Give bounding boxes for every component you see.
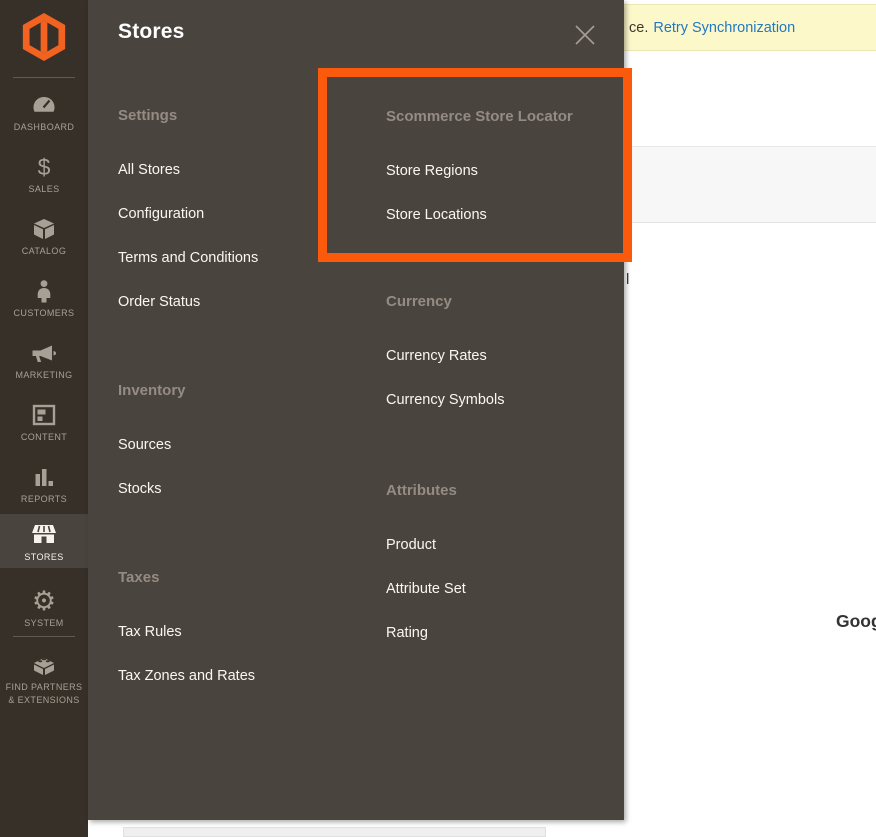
sidebar-item-label: CUSTOMERS: [0, 307, 88, 320]
menu-item-currency-rates[interactable]: Currency Rates: [386, 346, 636, 366]
section-title: Scommerce Store Locator: [386, 107, 636, 127]
flyout-section-currency: Currency Currency Rates Currency Symbols: [386, 292, 636, 434]
sidebar-item-label: DASHBOARD: [0, 121, 88, 134]
sidebar-item-label: STORES: [0, 551, 88, 564]
menu-item-all-stores[interactable]: All Stores: [118, 160, 368, 180]
sidebar-item-label: FIND PARTNERS & EXTENSIONS: [0, 681, 88, 706]
sidebar-item-stores[interactable]: STORES: [0, 514, 88, 568]
sidebar-item-label: REPORTS: [0, 493, 88, 506]
sidebar-item-customers[interactable]: CUSTOMERS: [0, 274, 88, 320]
menu-item-sources[interactable]: Sources: [118, 435, 368, 455]
sidebar-item-system[interactable]: ⚙ SYSTEM: [0, 584, 88, 630]
person-icon: [0, 278, 88, 304]
dollar-icon: $: [0, 154, 88, 180]
flyout-section-scommerce-store-locator: Scommerce Store Locator Store Regions St…: [386, 107, 636, 249]
box-icon: [0, 216, 88, 242]
storefront-icon: [0, 522, 88, 548]
sidebar-item-label: SYSTEM: [0, 617, 88, 630]
admin-sidebar: DASHBOARD $ SALES CATALOG CUSTOMERS: [0, 0, 88, 837]
google-watermark-fragment: Googl: [836, 611, 876, 632]
menu-item-store-regions[interactable]: Store Regions: [386, 161, 636, 181]
sidebar-item-marketing[interactable]: MARKETING: [0, 336, 88, 382]
menu-item-currency-symbols[interactable]: Currency Symbols: [386, 390, 636, 410]
close-icon: [572, 22, 598, 48]
sidebar-item-label: CONTENT: [0, 431, 88, 444]
retry-synchronization-link[interactable]: Retry Synchronization: [653, 20, 795, 36]
sidebar-item-reports[interactable]: REPORTS: [0, 460, 88, 506]
gear-icon: ⚙: [0, 588, 88, 614]
menu-item-configuration[interactable]: Configuration: [118, 204, 368, 224]
flyout-title: Stores: [118, 20, 185, 44]
notification-text-fragment: ce.: [629, 20, 648, 36]
brick-icon: [0, 652, 88, 678]
section-title: Currency: [386, 292, 636, 312]
gauge-icon: [0, 92, 88, 118]
section-title: Attributes: [386, 481, 636, 501]
layout-icon: [0, 402, 88, 428]
section-title: Settings: [118, 106, 368, 126]
menu-item-tax-zones-and-rates[interactable]: Tax Zones and Rates: [118, 666, 368, 686]
menu-item-attribute-set[interactable]: Attribute Set: [386, 579, 636, 599]
sidebar-item-sales[interactable]: $ SALES: [0, 150, 88, 196]
stores-flyout-menu: Stores Settings All Stores Configuration…: [88, 0, 624, 820]
flyout-section-inventory: Inventory Sources Stocks: [118, 381, 368, 523]
menu-item-order-status[interactable]: Order Status: [118, 292, 368, 312]
section-title: Inventory: [118, 381, 368, 401]
sidebar-item-find-partners-extensions[interactable]: FIND PARTNERS & EXTENSIONS: [0, 648, 88, 706]
menu-item-terms-and-conditions[interactable]: Terms and Conditions: [118, 248, 368, 268]
menu-item-store-locations[interactable]: Store Locations: [386, 205, 636, 225]
notification-bar: ce. Retry Synchronization: [624, 4, 876, 51]
magento-logo-icon: [21, 12, 67, 62]
bar-chart-icon: [0, 464, 88, 490]
magento-logo[interactable]: [0, 12, 88, 67]
menu-item-rating[interactable]: Rating: [386, 623, 636, 643]
flyout-section-attributes: Attributes Product Attribute Set Rating: [386, 481, 636, 667]
sidebar-item-content[interactable]: CONTENT: [0, 398, 88, 444]
sidebar-item-label: CATALOG: [0, 245, 88, 258]
menu-item-stocks[interactable]: Stocks: [118, 479, 368, 499]
page-gray-band: [624, 146, 876, 223]
menu-item-product[interactable]: Product: [386, 535, 636, 555]
clipped-text-fragment: l: [626, 271, 629, 288]
sidebar-item-catalog[interactable]: CATALOG: [0, 212, 88, 258]
sidebar-divider: [13, 636, 75, 637]
section-title: Taxes: [118, 568, 368, 588]
sidebar-item-label: MARKETING: [0, 369, 88, 382]
flyout-section-settings: Settings All Stores Configuration Terms …: [118, 106, 368, 336]
sidebar-item-label: SALES: [0, 183, 88, 196]
sidebar-item-dashboard[interactable]: DASHBOARD: [0, 88, 88, 134]
sidebar-divider: [13, 77, 75, 78]
megaphone-icon: [0, 340, 88, 366]
close-button[interactable]: [570, 20, 600, 50]
menu-item-tax-rules[interactable]: Tax Rules: [118, 622, 368, 642]
flyout-section-taxes: Taxes Tax Rules Tax Zones and Rates: [118, 568, 368, 710]
page-bottom-panel: [123, 827, 546, 837]
